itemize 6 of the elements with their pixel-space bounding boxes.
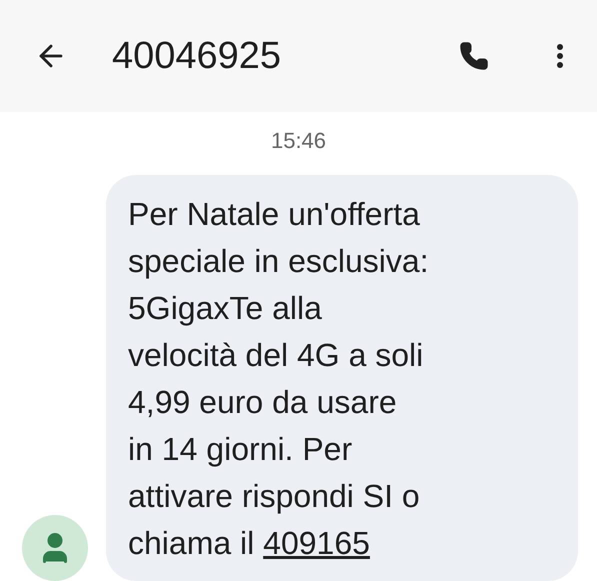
phone-icon <box>459 41 489 71</box>
contact-title: 40046925 <box>112 34 282 78</box>
phone-number-link[interactable]: 409165 <box>263 525 370 561</box>
more-icon <box>557 44 563 68</box>
message-time: 15:46 <box>270 127 326 155</box>
message-text: Per Natale un'offerta speciale in esclusiva: 5GigaxTe alla velocità del 4G a soli 4,99 euro da usare in 14 giorni. Per attivare rispondi SI o chiama il 409165 <box>128 195 430 563</box>
